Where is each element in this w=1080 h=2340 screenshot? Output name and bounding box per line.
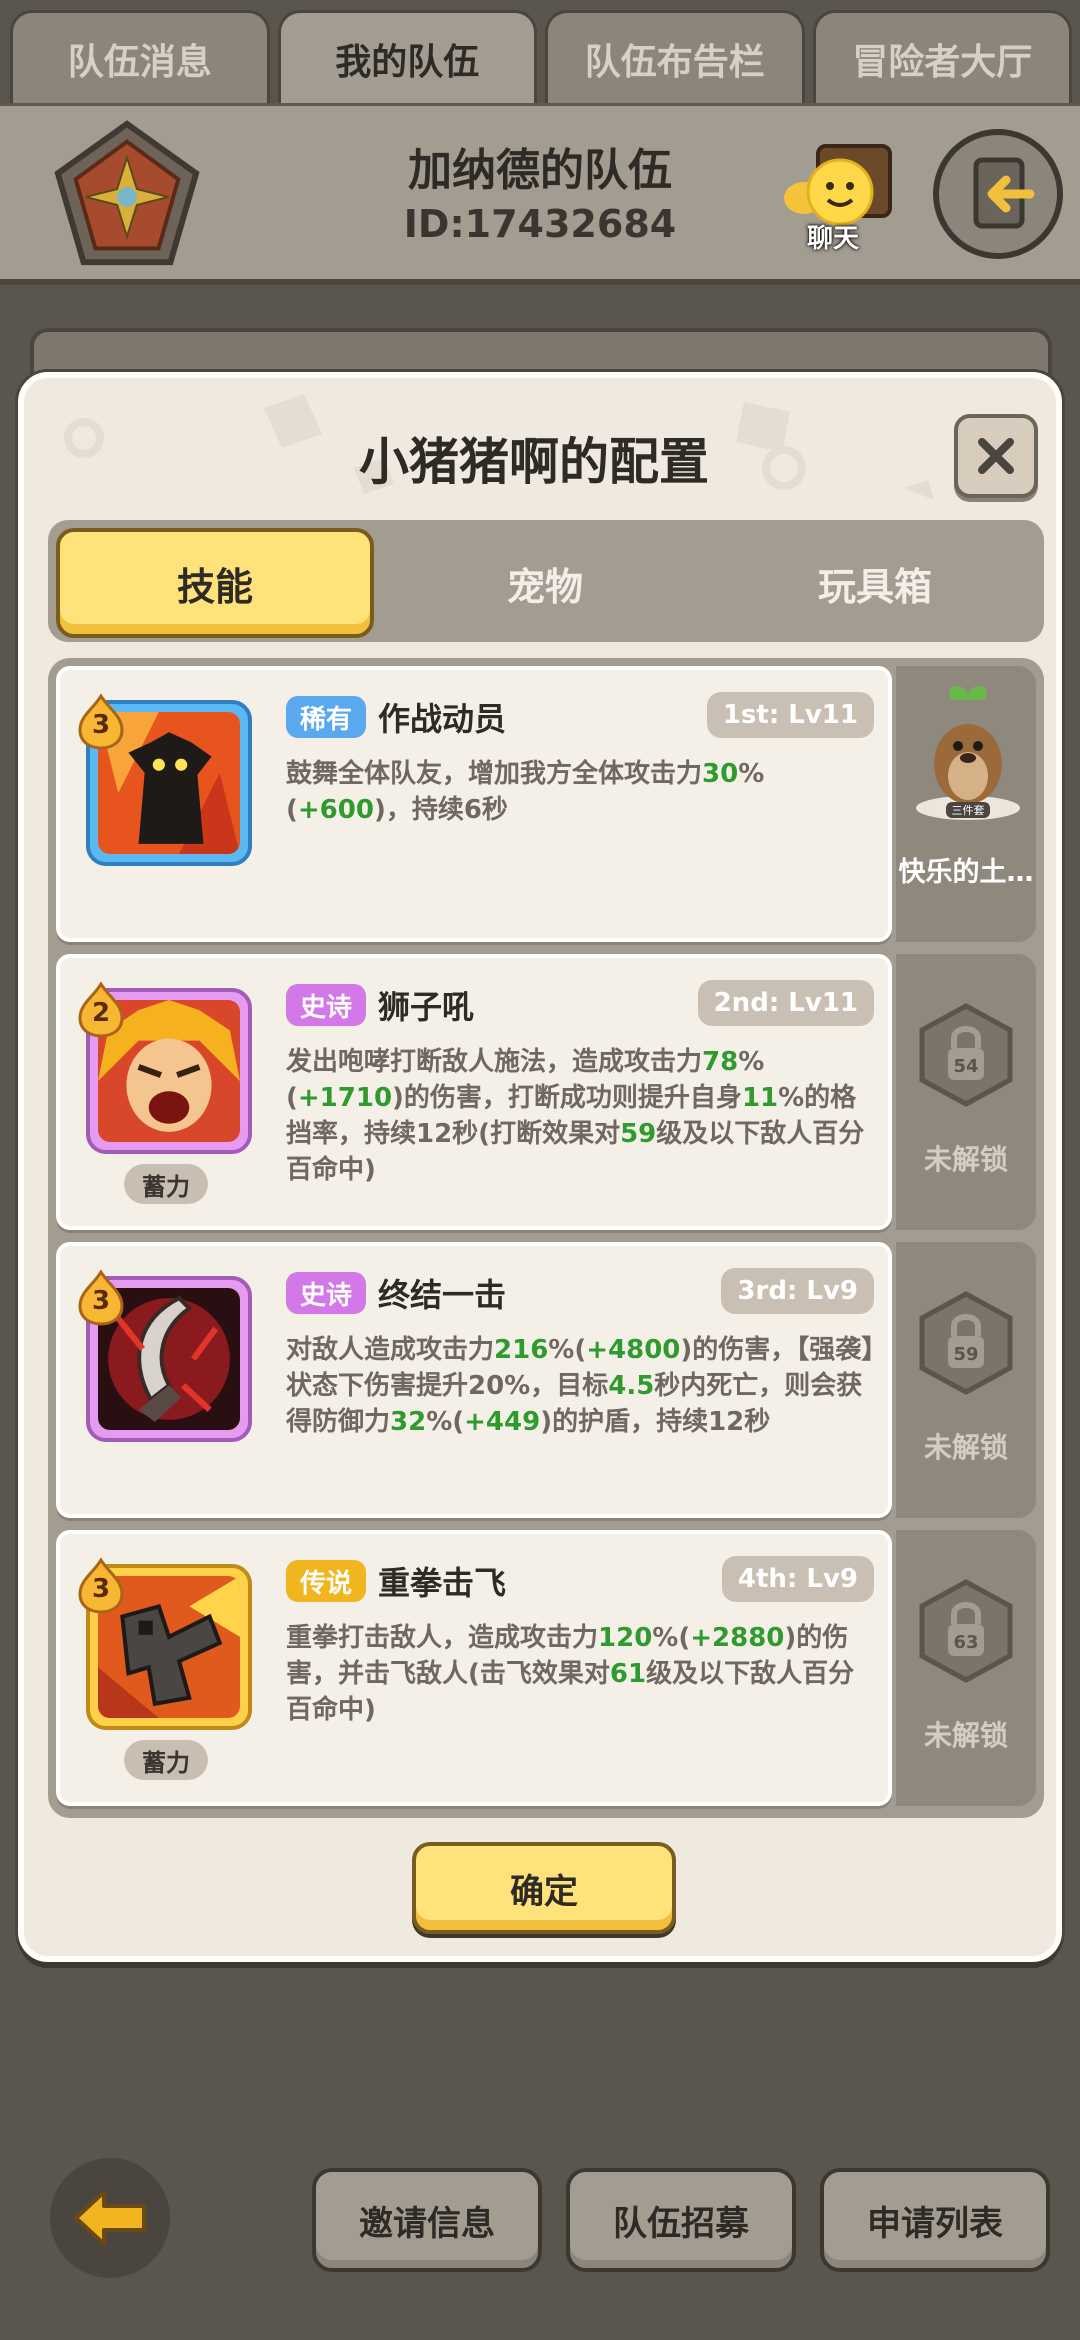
team-recruit-button[interactable]: 队伍招募	[566, 2168, 796, 2272]
locked-label: 未解锁	[923, 1719, 1008, 1752]
skill-slot-level: 4th: Lv9	[721, 1556, 874, 1602]
charge-tag: 蓄力	[124, 1740, 208, 1780]
level-badge-number: 3	[91, 1286, 111, 1316]
tab-skills[interactable]: 技能	[56, 528, 374, 638]
tab-team-bulletin[interactable]: 队伍布告栏	[545, 10, 805, 105]
skill-name: 作战动员	[378, 700, 507, 738]
locked-label: 未解锁	[923, 1143, 1008, 1176]
team-name: 加纳德的队伍	[408, 145, 672, 196]
skill-slot-level: 3rd: Lv9	[721, 1268, 874, 1314]
skill-description: 重拳打击敌人，造成攻击力120%(+2880)的伤害，并击飞敌人(击飞效果对61…	[286, 1623, 855, 1725]
lock-icon: 63	[919, 1579, 1013, 1683]
skill-card-4[interactable]: 3 蓄力 传说 重拳击飞 4th: Lv9 重拳打击敌人，造成攻击力120%(+…	[56, 1530, 892, 1806]
tab-team-messages[interactable]: 队伍消息	[10, 10, 270, 105]
config-modal: 小猪猪啊的配置 技能 宠物 玩具箱 3 稀有 作战动员 1st: Lv11 鼓舞…	[18, 372, 1062, 1962]
pet-set-tag: 三件套	[952, 804, 985, 817]
tab-my-team[interactable]: 我的队伍	[277, 10, 537, 105]
rarity-badge: 传说	[286, 1560, 367, 1602]
unlock-level: 63	[953, 1632, 978, 1653]
rarity-badge: 史诗	[286, 984, 367, 1026]
skill-name: 重拳击飞	[378, 1564, 507, 1602]
close-button[interactable]	[954, 414, 1038, 498]
level-badge-number: 2	[91, 998, 111, 1028]
chat-label: 聊天	[806, 224, 859, 254]
modal-title: 小猪猪啊的配置	[359, 433, 709, 491]
unlock-level: 59	[953, 1344, 978, 1365]
skill-name: 终结一击	[378, 1276, 507, 1314]
skill-card-2[interactable]: 2 蓄力 史诗 狮子吼 2nd: Lv11 发出咆哮打断敌人施法，造成攻击力78…	[56, 954, 892, 1230]
rarity-badge: 史诗	[286, 1272, 367, 1314]
charge-tag: 蓄力	[124, 1164, 208, 1204]
pet-slot[interactable]: 三件套 快乐的土…	[896, 666, 1036, 942]
skill-name: 狮子吼	[378, 988, 475, 1026]
back-button[interactable]	[50, 2158, 170, 2278]
unlock-level: 54	[953, 1056, 978, 1077]
locked-slot[interactable]: 54 未解锁	[896, 954, 1036, 1230]
tab-adventurer-hall[interactable]: 冒险者大厅	[812, 10, 1072, 105]
tab-pets[interactable]: 宠物	[386, 528, 704, 638]
exit-team-icon[interactable]	[932, 128, 1064, 260]
team-id: ID:17432684	[403, 202, 677, 246]
locked-label: 未解锁	[923, 1431, 1008, 1464]
rarity-badge: 稀有	[286, 696, 367, 738]
skill-slot-level: 1st: Lv11	[706, 692, 874, 738]
team-emblem-icon[interactable]	[48, 118, 206, 276]
pet-mole-icon: 三件套	[916, 686, 1020, 820]
top-tab-bar: 队伍消息 我的队伍 队伍布告栏 冒险者大厅	[0, 0, 1080, 105]
skill-description: 对敌人造成攻击力216%(+4800)的伤害，【强袭】状态下伤害提升20%，目标…	[286, 1335, 875, 1437]
team-header: 加纳德的队伍 ID:17432684 聊天	[0, 103, 1080, 285]
config-tabs: 技能 宠物 玩具箱	[48, 520, 1044, 642]
application-list-button[interactable]: 申请列表	[820, 2168, 1050, 2272]
tab-toybox[interactable]: 玩具箱	[716, 528, 1034, 638]
skill-list: 3 稀有 作战动员 1st: Lv11 鼓舞全体队友，增加我方全体攻击力30%(…	[48, 658, 1044, 1818]
locked-slot[interactable]: 59 未解锁	[896, 1242, 1036, 1518]
pet-name: 快乐的土…	[898, 857, 1034, 888]
locked-slot[interactable]: 63 未解锁	[896, 1530, 1036, 1806]
confirm-button[interactable]: 确定	[412, 1842, 676, 1934]
lock-icon: 59	[919, 1291, 1013, 1395]
back-arrow-icon	[74, 2190, 146, 2246]
close-icon	[978, 438, 1014, 474]
skill-slot-level: 2nd: Lv11	[697, 980, 874, 1026]
invite-info-button[interactable]: 邀请信息	[312, 2168, 542, 2272]
skill-description: 鼓舞全体队友，增加我方全体攻击力30%(+600)，持续6秒	[286, 759, 765, 825]
skill-description: 发出咆哮打断敌人施法，造成攻击力78%(+1710)的伤害，打断成功则提升自身1…	[286, 1047, 865, 1185]
lock-icon: 54	[919, 1003, 1013, 1107]
skill-card-1[interactable]: 3 稀有 作战动员 1st: Lv11 鼓舞全体队友，增加我方全体攻击力30%(…	[56, 666, 892, 942]
chat-button[interactable]: 聊天	[778, 142, 898, 262]
level-badge-number: 3	[91, 1574, 111, 1604]
level-badge-number: 3	[91, 710, 111, 740]
skill-card-3[interactable]: 3 史诗 终结一击 3rd: Lv9 对敌人造成攻击力216%(+4800)的伤…	[56, 1242, 892, 1518]
